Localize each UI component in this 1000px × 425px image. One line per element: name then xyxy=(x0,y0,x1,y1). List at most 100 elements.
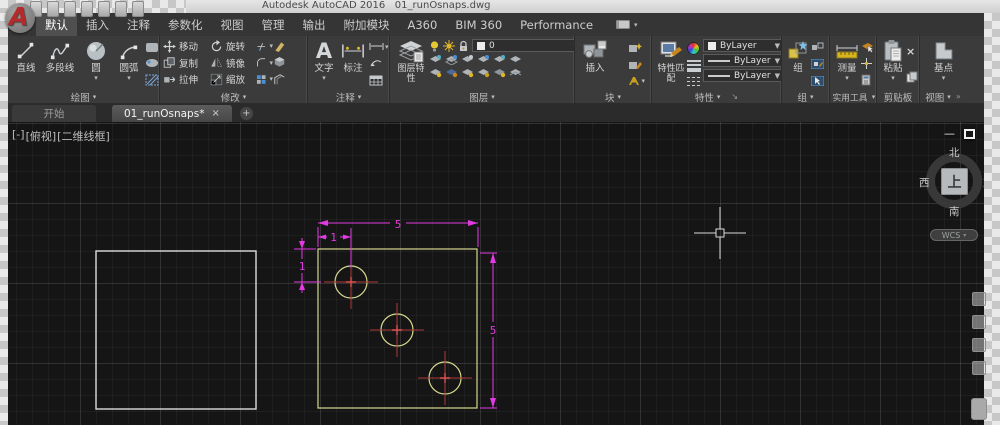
panel-label-annotation[interactable]: 注释 xyxy=(308,90,389,104)
measure-button[interactable]: 测量 ▾ xyxy=(833,38,861,90)
panel-label-draw[interactable]: 绘图 xyxy=(8,90,159,104)
viewport-menu-control[interactable]: [-] xyxy=(12,128,25,144)
navbar-orbit-icon[interactable] xyxy=(972,361,986,375)
ellipse-button[interactable]: ▾ xyxy=(145,58,159,68)
group-selection-toggle[interactable] xyxy=(811,75,824,86)
wcs-dropdown[interactable]: WCS ▾ xyxy=(930,229,978,241)
ribbon-tab-manage[interactable]: 管理 xyxy=(253,13,294,36)
layer-freeze-icon[interactable] xyxy=(461,54,474,65)
move-button[interactable]: 移动 xyxy=(163,39,210,53)
layer-lock-icon[interactable] xyxy=(458,40,469,52)
dimension-offset-x[interactable]: 1 xyxy=(318,228,352,268)
layer-off-icon[interactable] xyxy=(477,54,490,65)
layer-unisolate-icon[interactable] xyxy=(445,54,458,65)
lineweight-icon[interactable] xyxy=(687,60,701,72)
panel-label-block[interactable]: 块 xyxy=(575,90,651,104)
offset-button[interactable] xyxy=(273,73,290,86)
viewcube-south[interactable]: 南 xyxy=(949,204,960,219)
chevron-down-icon[interactable]: ▾ xyxy=(94,74,98,82)
ribbon-tab-output[interactable]: 输出 xyxy=(294,13,335,36)
layer-vpfreeze-icon[interactable] xyxy=(445,67,458,78)
restore-icon[interactable] xyxy=(964,129,975,139)
layer-properties-button[interactable]: 图层特性 xyxy=(393,38,429,90)
table-button[interactable] xyxy=(369,75,389,86)
paste-button[interactable]: 粘贴 ▾ xyxy=(880,38,906,90)
linetype-dropdown[interactable]: ByLayer ▼ xyxy=(703,69,781,82)
group-edit-button[interactable] xyxy=(811,58,824,69)
layer-state-icon[interactable] xyxy=(509,67,522,78)
viewport-visual-style-control[interactable]: [二维线框] xyxy=(57,128,110,144)
panel-label-groups[interactable]: 组 xyxy=(782,90,829,104)
ribbon-tab-a360[interactable]: A360 xyxy=(399,13,447,36)
chevron-down-icon[interactable]: ▾ xyxy=(322,74,326,82)
close-tab-icon[interactable]: × xyxy=(211,108,219,119)
ribbon-tab-bim360[interactable]: BIM 360 xyxy=(446,13,511,36)
arc-button[interactable]: 圆弧 ▾ xyxy=(113,38,145,90)
viewcube-top-face[interactable]: 上 xyxy=(941,168,968,195)
edit-block-button[interactable] xyxy=(628,59,645,70)
mirror-button[interactable]: 镜像 xyxy=(210,56,256,70)
save-icon[interactable] xyxy=(64,1,76,17)
stretch-button[interactable]: 拉伸 xyxy=(163,72,210,86)
minimize-icon[interactable]: — xyxy=(944,128,955,139)
rectangle-button[interactable]: ▾ xyxy=(145,42,159,53)
insert-button[interactable]: 插入 xyxy=(578,38,612,90)
rotate-button[interactable]: 旋转 xyxy=(210,39,256,53)
panel-label-modify[interactable]: 修改 xyxy=(160,90,307,104)
layer-thaw-icon[interactable] xyxy=(443,39,455,52)
chevron-down-icon[interactable]: ▾ xyxy=(127,74,131,82)
leader-button[interactable] xyxy=(369,58,389,68)
panel-label-properties[interactable]: 特性↘ xyxy=(652,90,781,104)
undo-icon[interactable] xyxy=(115,1,127,17)
quick-access-toolbar[interactable] xyxy=(30,1,144,17)
ribbon-tab-parametric[interactable]: 参数化 xyxy=(159,13,212,36)
redo-icon[interactable] xyxy=(132,1,144,17)
navbar-showmotion-icon[interactable] xyxy=(971,398,987,420)
layer-dropdown[interactable]: 0 ▼ xyxy=(472,39,574,52)
dimension-width[interactable]: 5 xyxy=(317,218,479,247)
copy-clip-button[interactable] xyxy=(906,71,918,83)
dimension-offset-y[interactable]: 1 xyxy=(294,238,321,293)
text-button[interactable]: A 文字 ▾ xyxy=(311,38,337,90)
linear-dimension-button[interactable]: ▾ xyxy=(369,42,389,51)
hole-circle-3[interactable] xyxy=(418,351,472,405)
file-tab-start[interactable]: 开始 xyxy=(12,105,96,122)
navbar-wheel-icon[interactable] xyxy=(972,292,986,306)
panel-label-layers[interactable]: 图层 xyxy=(390,90,574,104)
file-tab-drawing[interactable]: 01_runOsnaps* × xyxy=(112,105,232,122)
crosshair-cursor[interactable] xyxy=(694,207,746,259)
lineweight-dropdown[interactable]: ByLayer ▼ xyxy=(703,54,781,67)
ribbon-tab-performance[interactable]: Performance xyxy=(511,13,602,36)
cut-button[interactable]: × xyxy=(906,45,918,58)
chevron-down-icon[interactable]: ▾ xyxy=(845,74,849,82)
line-button[interactable]: 直线 xyxy=(11,38,41,90)
new-drawing-button[interactable]: + xyxy=(239,107,253,120)
scale-button[interactable]: 缩放 xyxy=(210,72,256,86)
drawing-canvas[interactable]: 5 1 1 5 [-] [俯视] [二维线框] — 上 北 西 南 WCS ▾ xyxy=(0,122,1000,425)
calculator-button[interactable] xyxy=(861,74,874,86)
object-color-dropdown[interactable]: ByLayer ▼ xyxy=(703,39,781,52)
define-attribute-button[interactable]: ▾ xyxy=(628,76,645,86)
layer-delete-icon[interactable] xyxy=(477,67,490,78)
quick-select-button[interactable] xyxy=(861,42,874,53)
explode-button[interactable] xyxy=(273,56,290,69)
hatch-button[interactable]: ▾ xyxy=(145,74,159,86)
viewcube-west[interactable]: 西 xyxy=(919,175,930,190)
plot-icon[interactable] xyxy=(98,1,110,17)
hole-circle-2[interactable] xyxy=(370,303,424,357)
layer-walk-icon[interactable] xyxy=(429,67,442,78)
create-block-button[interactable] xyxy=(628,42,645,53)
copy-button[interactable]: 复制 xyxy=(163,56,210,70)
layer-make-current-icon[interactable] xyxy=(493,54,506,65)
viewcube-north[interactable]: 北 xyxy=(949,145,960,160)
navbar-zoom-icon[interactable] xyxy=(972,338,986,352)
base-button[interactable]: 基点 ▾ xyxy=(929,38,959,90)
fillet-button[interactable]: ▾ xyxy=(256,56,273,69)
trim-button[interactable]: ▾ xyxy=(256,40,273,53)
dialog-launcher-icon[interactable]: ↘ xyxy=(731,92,738,101)
layer-match-icon[interactable] xyxy=(509,54,522,65)
id-point-button[interactable] xyxy=(861,57,874,69)
viewport-view-control[interactable]: [俯视] xyxy=(26,128,57,144)
panel-label-utilities[interactable]: 实用工具 xyxy=(830,90,876,103)
color-wheel-icon[interactable] xyxy=(687,41,700,55)
